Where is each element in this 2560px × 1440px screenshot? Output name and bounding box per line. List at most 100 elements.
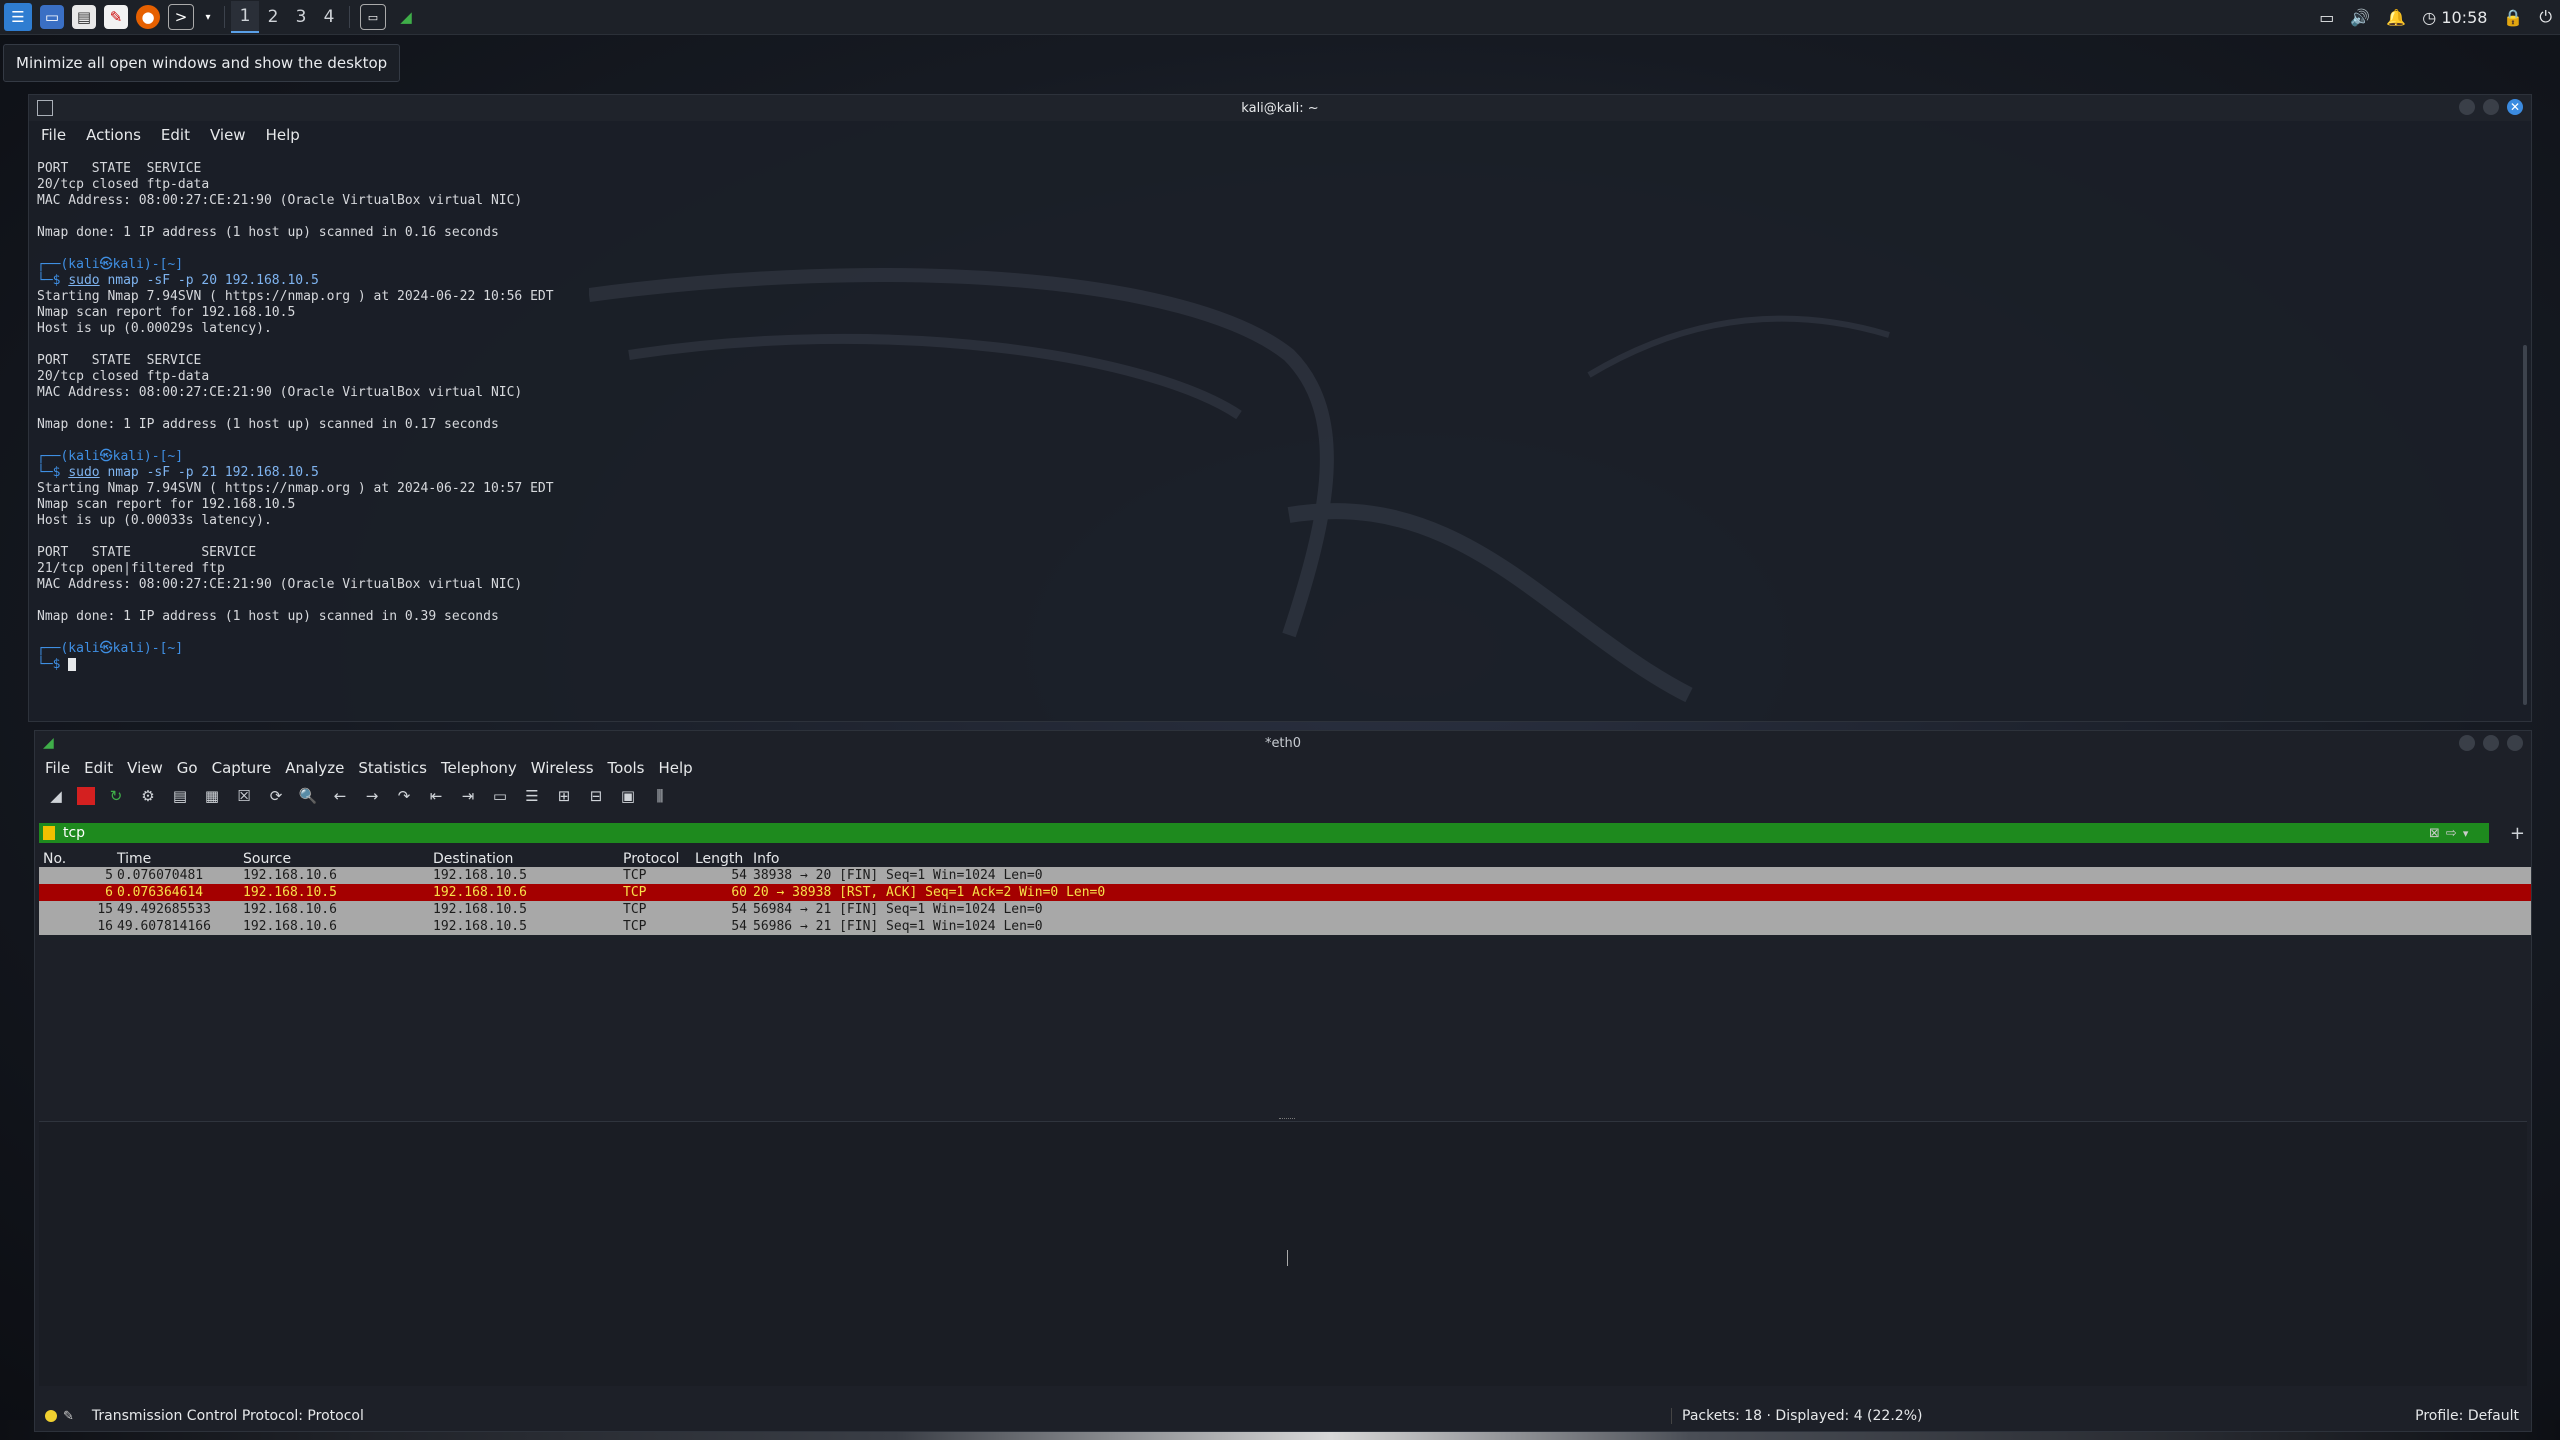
maximize-button[interactable] (2483, 99, 2499, 115)
packet-cell-info: 56986 → 21 [FIN] Seq=1 Win=1024 Len=0 (753, 919, 1043, 934)
go-back-icon[interactable]: ← (329, 785, 351, 807)
resize-columns-icon[interactable]: ⫼ (649, 785, 671, 807)
menu-file[interactable]: File (41, 126, 66, 144)
terminal-prompt: ┌──(kali㉿kali)-[~] (37, 257, 184, 272)
terminal-text: Nmap scan report for 192.168.10.5 (37, 497, 296, 512)
menu-analyze[interactable]: Analyze (285, 759, 344, 777)
packet-details-pane[interactable] (39, 1118, 2527, 1386)
terminal-scrollbar[interactable] (2523, 345, 2527, 705)
column-time[interactable]: Time (117, 851, 243, 867)
file-manager-icon[interactable]: ▤ (72, 5, 96, 29)
power-icon[interactable]: ⏻ (2539, 7, 2552, 27)
workspace-2[interactable]: 2 (259, 2, 287, 32)
minimize-button[interactable] (2459, 735, 2475, 751)
column-source[interactable]: Source (243, 851, 433, 867)
open-file-icon[interactable]: ▤ (169, 785, 191, 807)
wireshark-titlebar[interactable]: ◢ *eth0 (35, 731, 2531, 755)
terminal-titlebar[interactable]: kali@kali: ~ ✕ (29, 95, 2531, 121)
firefox-icon[interactable]: ● (136, 5, 160, 29)
menu-tools[interactable]: Tools (608, 759, 645, 777)
expert-info-icon[interactable] (45, 1410, 57, 1422)
workspace-4[interactable]: 4 (315, 2, 343, 32)
wireshark-title: *eth0 (1264, 735, 1302, 751)
column-length[interactable]: Length (695, 851, 753, 867)
chevron-down-icon[interactable]: ▾ (2463, 827, 2469, 840)
notification-bell-icon[interactable]: 🔔 (2386, 8, 2406, 27)
clock[interactable]: ◷ 10:58 (2422, 8, 2487, 27)
packet-cell-info: 38938 → 20 [FIN] Seq=1 Win=1024 Len=0 (753, 868, 1043, 883)
autoscroll-icon[interactable]: ▭ (489, 785, 511, 807)
workspace-3[interactable]: 3 (287, 2, 315, 32)
first-packet-icon[interactable]: ⇤ (425, 785, 447, 807)
start-capture-icon[interactable]: ◢ (45, 785, 67, 807)
minimize-button[interactable] (2459, 99, 2475, 115)
zoom-out-icon[interactable]: ⊟ (585, 785, 607, 807)
packet-row[interactable]: 5 0.076070481 192.168.10.6 192.168.10.5 TCP 5… (39, 867, 2531, 884)
last-packet-icon[interactable]: ⇥ (457, 785, 479, 807)
menu-file[interactable]: File (45, 759, 70, 777)
column-destination[interactable]: Destination (433, 851, 623, 867)
terminal-output[interactable]: PORT STATE SERVICE 20/tcp closed ftp-data… (29, 149, 2531, 685)
column-no[interactable]: No. (39, 851, 117, 867)
menu-help[interactable]: Help (266, 126, 300, 144)
workspace-1[interactable]: 1 (231, 1, 259, 33)
find-packet-icon[interactable]: 🔍 (297, 785, 319, 807)
menu-go[interactable]: Go (177, 759, 198, 777)
menu-capture[interactable]: Capture (212, 759, 272, 777)
column-protocol[interactable]: Protocol (623, 851, 695, 867)
terminal-prompt: ┌──(kali㉿kali)-[~] (37, 641, 184, 656)
go-to-packet-icon[interactable]: ↷ (393, 785, 415, 807)
display-icon[interactable]: ▭ (2319, 8, 2334, 27)
close-button[interactable] (2507, 735, 2523, 751)
menu-edit[interactable]: Edit (84, 759, 113, 777)
go-forward-icon[interactable]: → (361, 785, 383, 807)
terminal-launcher-icon[interactable]: > (168, 4, 194, 30)
restart-capture-icon[interactable]: ↻ (105, 785, 127, 807)
edit-comment-icon[interactable]: ✎ (63, 1409, 74, 1424)
packet-row[interactable]: 15 49.492685533 192.168.10.6 192.168.10.5 TC… (39, 901, 2531, 918)
add-filter-button[interactable]: + (2510, 823, 2525, 844)
packet-row[interactable]: 16 49.607814166 192.168.10.6 192.168.10.5 TC… (39, 918, 2531, 935)
terminal-text: MAC Address: 08:00:27:CE:21:90 (Oracle V… (37, 385, 523, 400)
chevron-down-icon[interactable]: ▾ (202, 5, 214, 29)
volume-icon[interactable]: 🔊 (2350, 8, 2370, 27)
column-info[interactable]: Info (753, 851, 2531, 867)
lock-icon[interactable]: 🔒 (2503, 8, 2523, 27)
display-filter-input[interactable] (61, 824, 2425, 842)
text-editor-icon[interactable]: ✎ (104, 5, 128, 29)
zoom-in-icon[interactable]: ⊞ (553, 785, 575, 807)
apply-filter-icon[interactable]: ⇨ (2446, 826, 2457, 841)
menu-help[interactable]: Help (658, 759, 692, 777)
maximize-button[interactable] (2483, 735, 2499, 751)
stop-capture-icon[interactable] (77, 787, 95, 805)
show-desktop-icon[interactable]: ▭ (40, 5, 64, 29)
status-profile[interactable]: Profile: Default (2415, 1408, 2519, 1424)
terminal-text: MAC Address: 08:00:27:CE:21:90 (Oracle V… (37, 577, 523, 592)
close-file-icon[interactable]: ☒ (233, 785, 255, 807)
wireshark-task-icon[interactable]: ◢ (394, 5, 418, 29)
menu-edit[interactable]: Edit (161, 126, 190, 144)
normal-size-icon[interactable]: ▣ (617, 785, 639, 807)
save-file-icon[interactable]: ▦ (201, 785, 223, 807)
terminal-line: MAC Address: 08:00:27:CE:21:90 (Oracle V… (37, 577, 2523, 593)
capture-options-icon[interactable]: ⚙ (137, 785, 159, 807)
menu-view[interactable]: View (127, 759, 163, 777)
kali-menu-icon[interactable]: ☰ (4, 3, 32, 31)
packet-cell-info: 56984 → 21 [FIN] Seq=1 Win=1024 Len=0 (753, 902, 1043, 917)
terminal-line: 21/tcp open|filtered ftp (37, 561, 2523, 577)
menu-wireless[interactable]: Wireless (531, 759, 594, 777)
pane-splitter[interactable] (1279, 1118, 1295, 1122)
terminal-task-icon[interactable]: ▭ (360, 4, 386, 30)
show-desktop-tooltip: Minimize all open windows and show the d… (3, 44, 401, 82)
bookmark-icon[interactable] (43, 826, 55, 840)
packet-row[interactable]: 6 0.076364614 192.168.10.5 192.168.10.6 TCP 6… (39, 884, 2531, 901)
terminal-line: Nmap done: 1 IP address (1 host up) scan… (37, 225, 2523, 241)
menu-telephony[interactable]: Telephony (441, 759, 517, 777)
menu-actions[interactable]: Actions (86, 126, 141, 144)
menu-view[interactable]: View (210, 126, 246, 144)
close-button[interactable]: ✕ (2507, 99, 2523, 115)
colorize-icon[interactable]: ☰ (521, 785, 543, 807)
reload-file-icon[interactable]: ⟳ (265, 785, 287, 807)
menu-statistics[interactable]: Statistics (358, 759, 427, 777)
clear-filter-icon[interactable]: ⊠ (2429, 826, 2440, 841)
